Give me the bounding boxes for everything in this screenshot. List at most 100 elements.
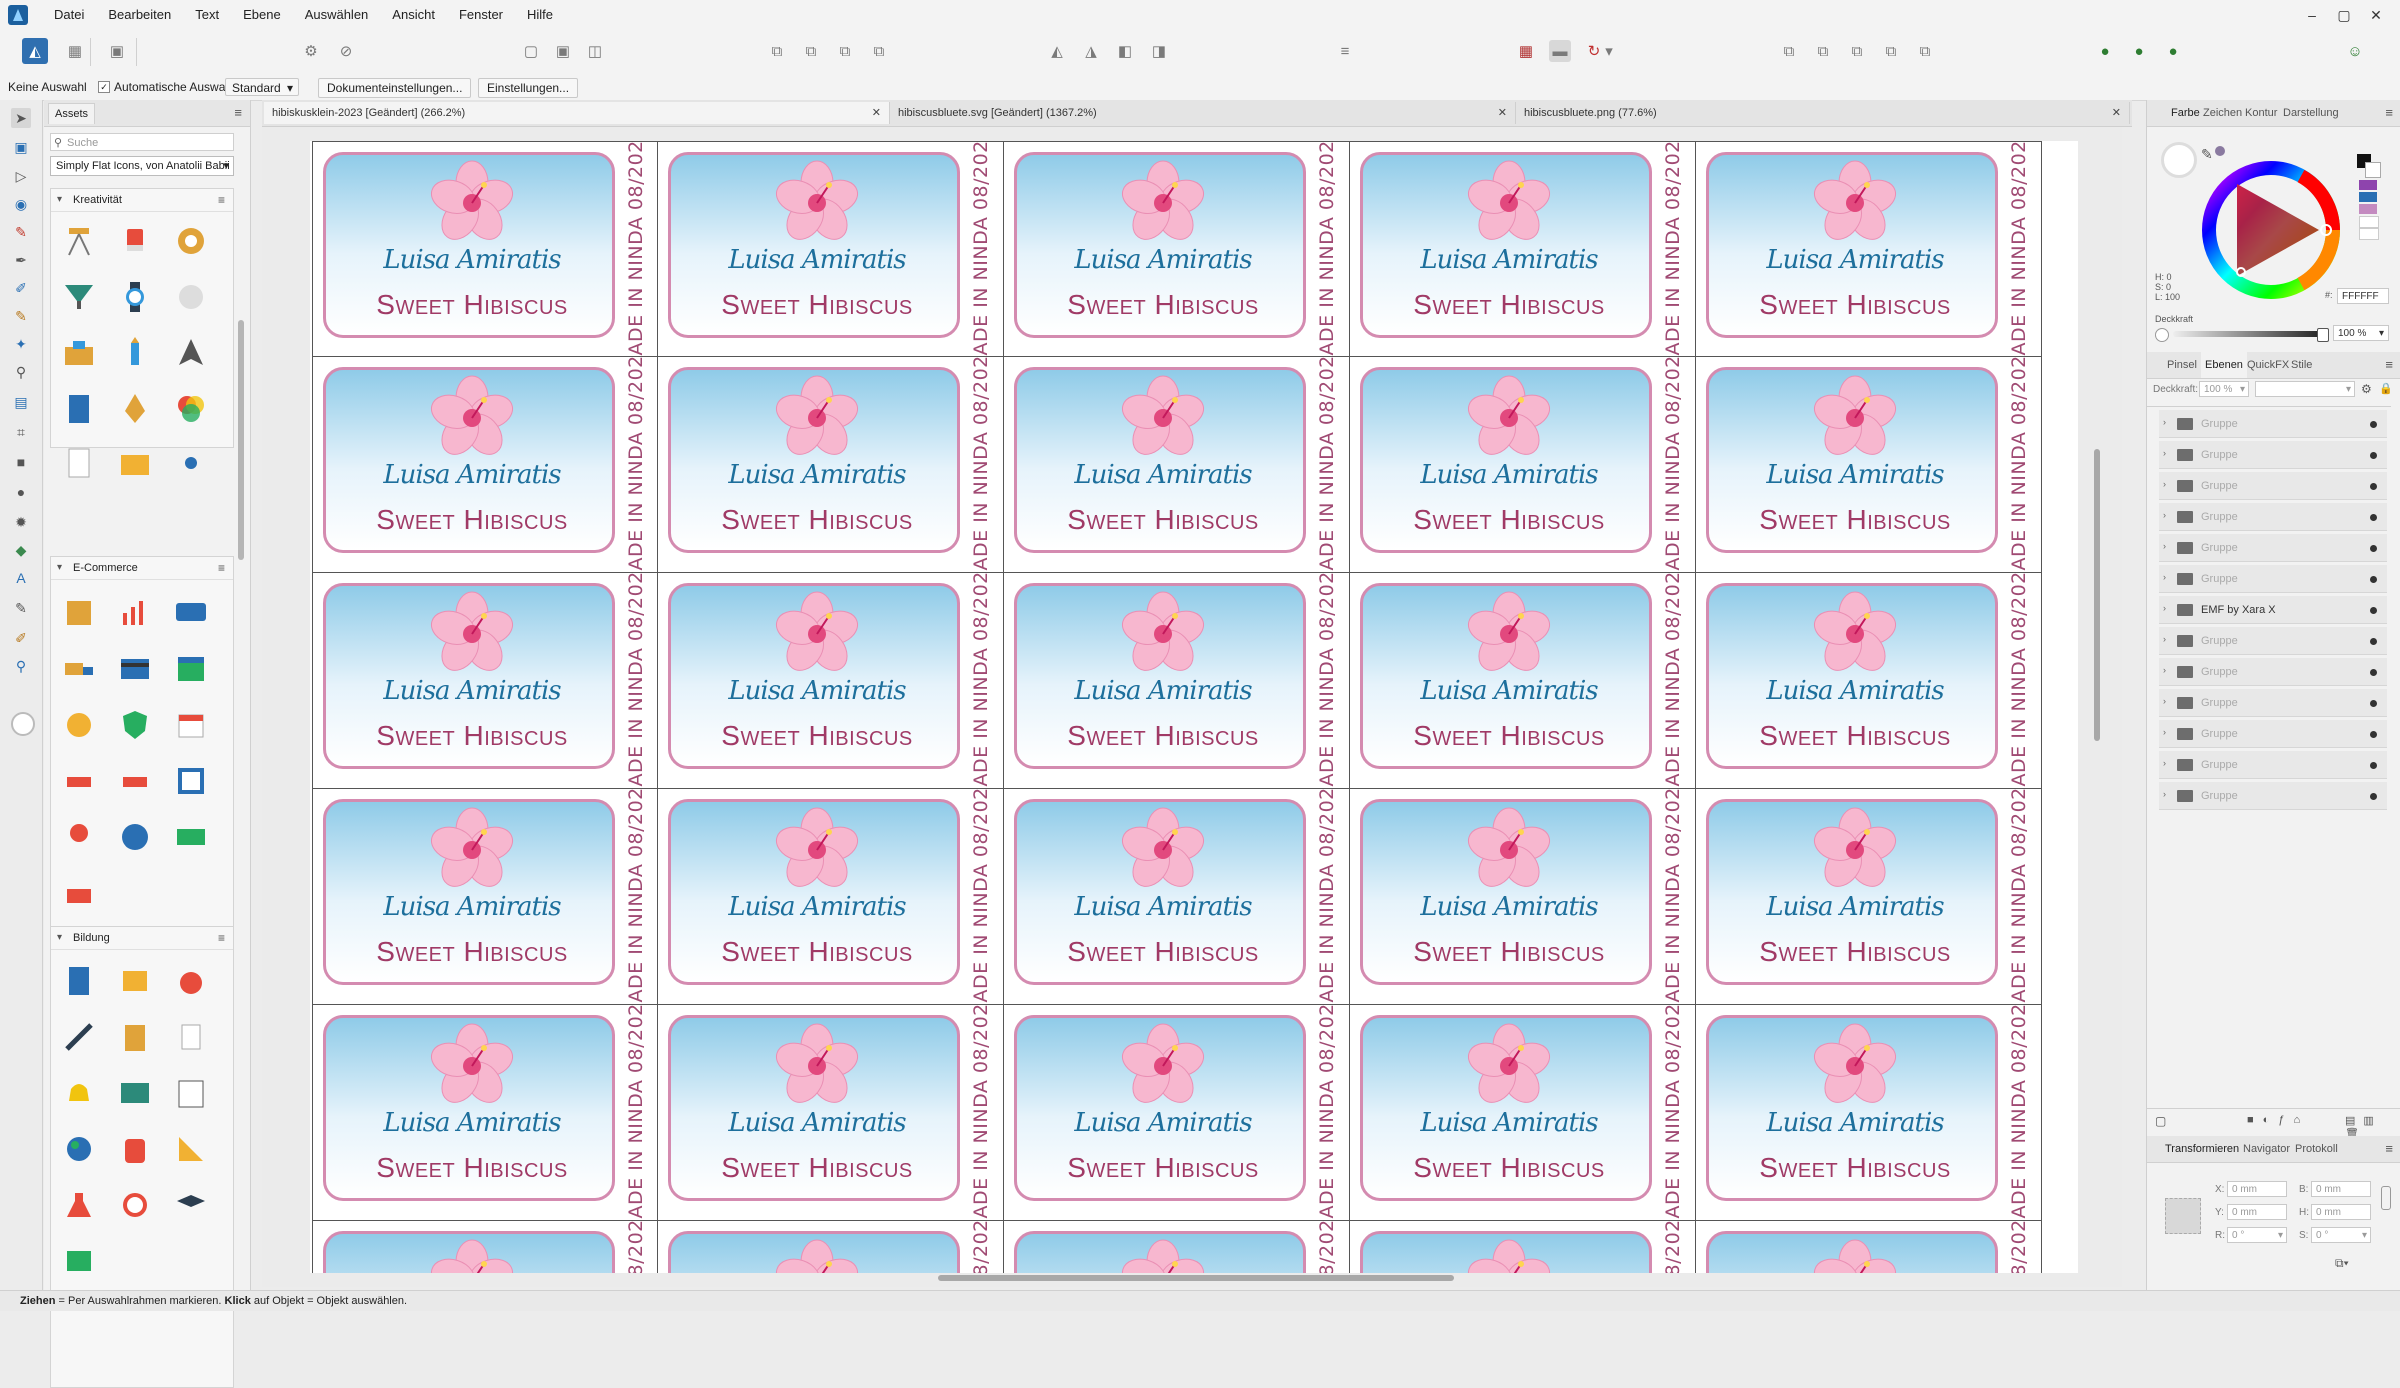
layer-row[interactable]: › Gruppe bbox=[2159, 720, 2387, 748]
basket-icon[interactable] bbox=[61, 875, 97, 911]
assets-search-input[interactable]: ⚲ Suche bbox=[50, 133, 234, 151]
label-cell[interactable]: Luisa AmiratisSweet HibiscusMADE IN NIND… bbox=[1350, 141, 1696, 357]
banknote-icon[interactable] bbox=[173, 819, 209, 855]
swatch-pink-icon[interactable] bbox=[2359, 204, 2377, 214]
link-proportions-icon[interactable] bbox=[2381, 1186, 2391, 1210]
layer-row[interactable]: › Gruppe bbox=[2159, 689, 2387, 717]
cart-2-icon[interactable] bbox=[117, 763, 153, 799]
bell-icon[interactable] bbox=[61, 1075, 97, 1111]
label-cell[interactable]: Luisa AmiratisSweet HibiscusMADE IN NIND… bbox=[1696, 573, 2042, 789]
shop-icon[interactable] bbox=[173, 651, 209, 687]
qr-code-icon[interactable] bbox=[173, 763, 209, 799]
visibility-icon[interactable] bbox=[2370, 483, 2377, 490]
color-wheel-icon[interactable] bbox=[173, 391, 209, 427]
tab-farbe[interactable]: Farbe bbox=[2171, 100, 2200, 126]
swatch-blue-icon[interactable] bbox=[2359, 192, 2377, 202]
document-settings-button[interactable]: Dokumenteinstellungen... bbox=[318, 78, 472, 98]
credit-card-icon[interactable] bbox=[117, 651, 153, 687]
layer-row[interactable]: › Gruppe bbox=[2159, 410, 2387, 438]
rotate-right-icon[interactable]: ◨ bbox=[1148, 40, 1170, 62]
label-cell[interactable]: Luisa AmiratisSweet HibiscusMADE IN NIND… bbox=[1004, 141, 1350, 357]
gradient-tool-icon[interactable]: ✐ bbox=[11, 628, 31, 648]
pixel-persona-icon[interactable]: ▦ bbox=[64, 40, 86, 62]
artboard-page[interactable]: Luisa Amiratis Sweet Hibiscus MADE IN NIND… bbox=[310, 141, 2078, 1273]
easel-icon[interactable] bbox=[61, 223, 97, 259]
eye-icon[interactable] bbox=[173, 445, 209, 481]
tab-ebenen[interactable]: Ebenen bbox=[2201, 352, 2247, 378]
map-icon[interactable] bbox=[61, 1243, 97, 1279]
layer-row[interactable]: › Gruppe bbox=[2159, 472, 2387, 500]
tab-hibiscusbluete-png[interactable]: hibiscusbluete.png (77.6%) ✕ bbox=[1516, 102, 2130, 124]
menu-ansicht[interactable]: Ansicht bbox=[382, 0, 449, 30]
arrange-backward-icon[interactable]: ⧉ bbox=[800, 40, 822, 62]
label-cell[interactable]: Luisa AmiratisSweet HibiscusMADE IN NIND… bbox=[312, 1005, 658, 1221]
flip-vertical-icon[interactable]: ◮ bbox=[1080, 40, 1102, 62]
recent-color-icon[interactable] bbox=[2215, 146, 2225, 156]
chevron-right-icon[interactable]: › bbox=[2163, 448, 2166, 458]
label-cell[interactable]: Luisa AmiratisSweet HibiscusMADE IN NIND… bbox=[1004, 573, 1350, 789]
brush-icon[interactable]: ⌂ bbox=[2293, 1114, 2309, 1126]
boolean-xor-icon[interactable]: ⧉ bbox=[1880, 40, 1902, 62]
hex-input[interactable]: FFFFFF bbox=[2337, 288, 2389, 304]
category-header[interactable]: ▾ Kreativität ≡ bbox=[51, 189, 233, 212]
category-header[interactable]: ▾ E-Commerce ≡ bbox=[51, 557, 233, 580]
layer-row[interactable]: › Gruppe bbox=[2159, 503, 2387, 531]
swatch-empty-2-icon[interactable] bbox=[2359, 228, 2379, 240]
tab-hibiscusbluete-svg[interactable]: hibiscusbluete.svg [Geändert] (1367.2%) ✕ bbox=[890, 102, 1516, 124]
tab-protokoll[interactable]: Protokoll bbox=[2295, 1136, 2338, 1162]
label-cell[interactable]: Luisa AmiratisSweet HibiscusMADE IN NIND… bbox=[1004, 1221, 1350, 1273]
chevron-right-icon[interactable]: › bbox=[2163, 665, 2166, 675]
place-image-icon[interactable]: ▤ bbox=[11, 392, 31, 412]
horizontal-scrollbar[interactable] bbox=[262, 1273, 2092, 1283]
visibility-icon[interactable] bbox=[2370, 421, 2377, 428]
y-input[interactable]: 0 mm bbox=[2227, 1204, 2287, 1220]
settings-button[interactable]: Einstellungen... bbox=[478, 78, 579, 98]
arrange-front-icon[interactable]: ⧉ bbox=[868, 40, 890, 62]
label-cell[interactable]: Luisa AmiratisSweet HibiscusMADE IN NIND… bbox=[1350, 789, 1696, 1005]
align-icon[interactable]: ≡ bbox=[1334, 40, 1356, 62]
paint-tube-icon[interactable] bbox=[117, 223, 153, 259]
visibility-icon[interactable] bbox=[2370, 452, 2377, 459]
category-menu-icon[interactable]: ≡ bbox=[218, 927, 225, 949]
paint-brush-icon[interactable]: ✎ bbox=[11, 306, 31, 326]
shield-icon[interactable] bbox=[117, 707, 153, 743]
label-cell[interactable]: Luisa AmiratisSweet HibiscusMADE IN NIND… bbox=[312, 1221, 658, 1273]
tab-stile[interactable]: Stile bbox=[2291, 352, 2312, 378]
visibility-icon[interactable] bbox=[2370, 545, 2377, 552]
shear-input[interactable]: 0 ° ▾ bbox=[2311, 1227, 2371, 1243]
menu-bearbeiten[interactable]: Bearbeiten bbox=[98, 0, 185, 30]
panel-menu-icon[interactable]: ≡ bbox=[2385, 100, 2393, 126]
backpack-icon[interactable] bbox=[117, 1131, 153, 1167]
pen-nib-icon[interactable] bbox=[117, 391, 153, 427]
label-cell[interactable]: Luisa AmiratisSweet HibiscusMADE IN NIND… bbox=[312, 789, 658, 1005]
color-wheel[interactable] bbox=[2201, 160, 2341, 300]
label-cell[interactable]: Luisa AmiratisSweet HibiscusMADE IN NIND… bbox=[1696, 141, 2042, 357]
chevron-down-icon[interactable]: ▾ bbox=[1603, 40, 1615, 62]
visibility-icon[interactable] bbox=[2370, 762, 2377, 769]
layer-settings-icon[interactable]: ⚙ bbox=[2361, 382, 2372, 396]
menu-datei[interactable]: Datei bbox=[44, 0, 98, 30]
flask-icon[interactable] bbox=[61, 1187, 97, 1223]
visibility-icon[interactable] bbox=[2370, 669, 2377, 676]
box-icon[interactable] bbox=[61, 595, 97, 631]
color-picker-icon[interactable]: ✎ bbox=[11, 598, 31, 618]
label-cell[interactable]: Luisa AmiratisSweet HibiscusMADE IN NIND… bbox=[658, 357, 1004, 573]
label-cell[interactable]: Luisa AmiratisSweet HibiscusMADE IN NIND… bbox=[658, 1221, 1004, 1273]
tab-hibiskusklein[interactable]: hibiskusklein-2023 [Geändert] (266.2%) ✕ bbox=[264, 102, 890, 124]
chevron-right-icon[interactable]: › bbox=[2163, 634, 2166, 644]
cloud-icon[interactable]: ● bbox=[2162, 40, 2184, 62]
corner-tool-icon[interactable]: ◉ bbox=[11, 194, 31, 214]
menu-auswaehlen[interactable]: Auswählen bbox=[295, 0, 383, 30]
apple-icon[interactable] bbox=[173, 963, 209, 999]
pen-icon[interactable] bbox=[61, 1019, 97, 1055]
fx-icon[interactable]: ƒ bbox=[2278, 1114, 2293, 1126]
document-settings-icon[interactable]: ⚙ bbox=[300, 40, 322, 62]
graduation-cap-icon[interactable] bbox=[173, 1187, 209, 1223]
chevron-right-icon[interactable]: › bbox=[2163, 789, 2166, 799]
scroll-thumb[interactable] bbox=[938, 1275, 1454, 1281]
label-cell[interactable]: Luisa AmiratisSweet HibiscusMADE IN NIND… bbox=[1696, 1005, 2042, 1221]
help-badge-icon[interactable] bbox=[173, 595, 209, 631]
tab-darstellung[interactable]: Darstellung bbox=[2283, 100, 2339, 126]
blend-mode-dropdown[interactable]: ▾ bbox=[2255, 381, 2355, 397]
tab-kontur[interactable]: Kontur bbox=[2245, 100, 2277, 126]
